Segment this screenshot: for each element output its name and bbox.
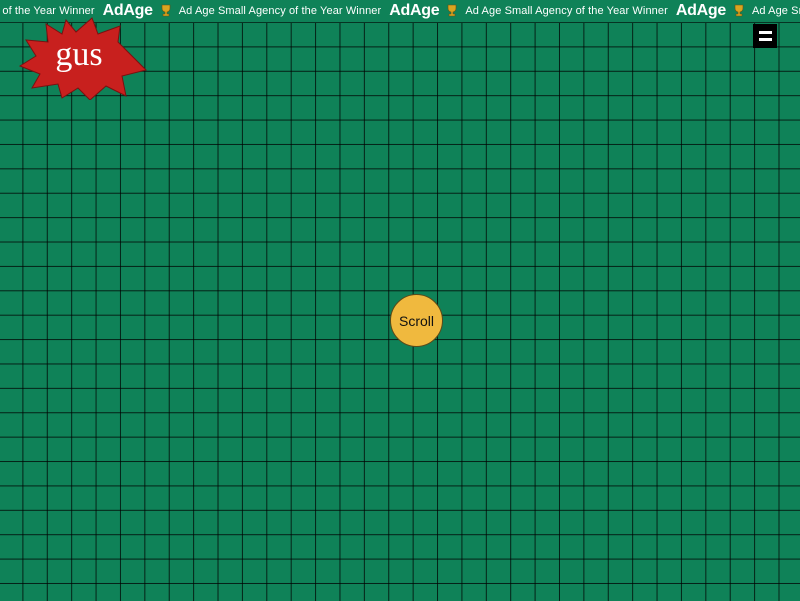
menu-button[interactable] (753, 24, 777, 48)
trophy-icon (447, 4, 457, 18)
trophy-icon (161, 4, 171, 18)
ticker-award-text: Ad Age Small Agency of the Year Winner (465, 5, 668, 17)
gus-logo[interactable]: gus (18, 16, 150, 100)
hamburger-icon-bar (758, 31, 772, 34)
logo-text: gus (55, 36, 103, 73)
ticker-award-text: Ad Age Small Agency of the Year Winner (751, 5, 800, 17)
hamburger-icon-bar (758, 38, 772, 41)
adage-logo: AdAge (389, 2, 440, 19)
adage-logo: AdAge (675, 2, 726, 19)
scroll-button[interactable]: Scroll (390, 294, 443, 347)
ticker-award-text: Ad Age Small Agency of the Year Winner (178, 5, 382, 17)
ticker-item: AdAge Ad Age Small Agency of the Year Wi… (676, 2, 800, 20)
trophy-icon (734, 4, 744, 18)
ticker-item: AdAge Ad Age Small Agency of the Year Wi… (389, 2, 668, 20)
